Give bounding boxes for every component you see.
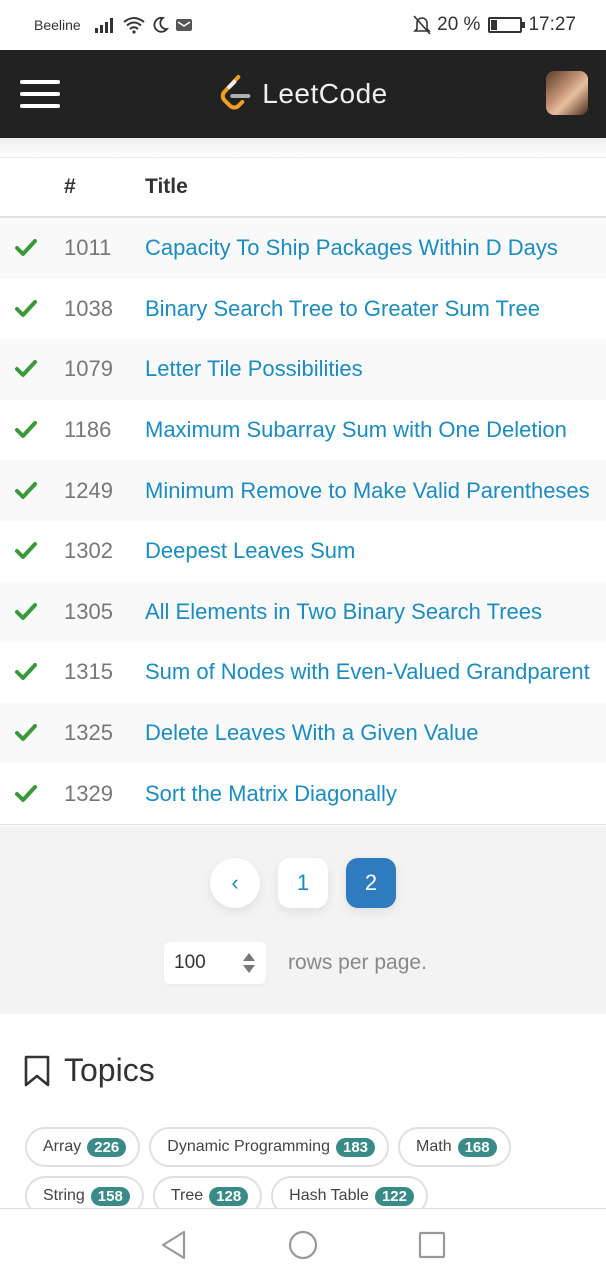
problem-title-link[interactable]: Deepest Leaves Sum [145,538,355,563]
table-row[interactable]: 1249 Minimum Remove to Make Valid Parenth… [0,460,606,521]
topic-tag-count: 128 [209,1186,249,1206]
battery-percent: 20 % [437,14,481,35]
mail-icon [175,19,192,31]
topic-tag-count: 122 [374,1186,414,1206]
topic-tag[interactable]: Math 168 [398,1127,511,1167]
topic-tag-count: 168 [457,1137,497,1157]
problem-title-link[interactable]: Delete Leaves With a Given Value [145,720,478,745]
menu-icon[interactable] [20,80,60,108]
check-icon [15,299,37,317]
brand-name: LeetCode [262,78,388,109]
topic-tag-count: 183 [335,1137,376,1157]
topic-tag-name: String [43,1187,85,1204]
rows-per-page-label: rows per page. [288,951,427,974]
recents-square-icon [418,1231,445,1258]
topics-title: Topics [64,1052,155,1088]
problem-number: 1325 [64,720,113,746]
problem-number: 1302 [64,538,113,564]
problem-title-link[interactable]: All Elements in Two Binary Search Trees [145,599,542,624]
battery-icon [488,17,526,33]
topic-tag-name: Tree [170,1187,204,1204]
home-circle-icon [288,1230,318,1259]
wifi-icon [123,17,145,34]
column-number[interactable]: # [52,175,145,199]
table-row[interactable]: 1038 Binary Search Tree to Greater Sum Tr… [0,279,606,340]
problem-title-link[interactable]: Binary Search Tree to Greater Sum Tree [145,296,540,321]
pagination-area: ‹ 1 2 100 rows per page. [0,826,606,1014]
table-row[interactable]: 1186 Maximum Subarray Sum with One Deleti… [0,400,606,461]
leetcode-logo-icon [220,75,251,110]
problem-title-link[interactable]: Capacity To Ship Packages Within D Days [145,235,558,260]
check-icon [15,239,37,257]
table-row[interactable]: 1329 Sort the Matrix Diagonally [0,763,606,824]
avatar[interactable] [546,71,588,115]
problem-number: 1011 [64,235,112,261]
problem-title-link[interactable]: Maximum Subarray Sum with One Deletion [145,417,567,442]
select-arrows-icon [243,953,255,973]
check-icon [15,663,37,681]
check-icon [15,360,37,378]
table-row[interactable]: 1315 Sum of Nodes with Even-Valued Grandp… [0,642,606,703]
page-2-button[interactable]: 2 [346,858,396,908]
pagination: ‹ 1 2 [0,858,606,908]
mute-bell-icon [413,15,432,35]
problem-number: 1186 [64,417,112,443]
rows-per-page-select[interactable]: 100 [164,942,266,984]
topic-tag-count: 226 [87,1137,127,1157]
check-icon [15,602,37,620]
check-icon [15,784,37,802]
topic-tags: Array 226 Dynamic Programming 183 Math 168 Str… [25,1127,595,1210]
problem-number: 1329 [64,780,113,806]
check-icon [15,724,37,742]
check-icon [15,481,37,499]
topic-tag[interactable]: Dynamic Programming 183 [149,1127,390,1167]
table-row[interactable]: 1325 Delete Leaves With a Given Value [0,702,606,764]
home-nav-button[interactable] [283,1225,323,1265]
recents-nav-button[interactable] [412,1225,452,1265]
problem-title-link[interactable]: Sort the Matrix Diagonally [145,781,397,806]
topic-tag[interactable]: Array 226 [25,1127,141,1167]
page-1-button[interactable]: 1 [278,858,328,908]
brand-logo[interactable]: LeetCode [218,74,387,114]
problem-number: 1079 [64,356,113,382]
table-row[interactable]: 1305 All Elements in Two Binary Search Tr… [0,581,606,643]
topic-tag-count: 158 [90,1186,130,1206]
topic-tag[interactable]: Tree 128 [152,1176,263,1210]
system-nav-bar [0,1208,606,1280]
topics-section: Topics Array 226 Dynamic Programming 183 Mat… [0,1014,606,1210]
back-triangle-icon [162,1230,186,1259]
problem-number: 1038 [64,295,113,321]
rows-per-page-value: 100 [174,952,206,973]
status-bar: Beeline 20 % 17:27 [0,0,606,50]
problem-title-link[interactable]: Minimum Remove to Make Valid Parentheses [145,478,590,503]
problem-title-link[interactable]: Sum of Nodes with Even-Valued Grandparen… [145,659,590,684]
problem-number: 1249 [64,477,113,503]
topic-tag-name: Hash Table [289,1187,369,1204]
column-title[interactable]: Title [145,175,606,199]
table-row[interactable]: 1302 Deepest Leaves Sum [0,521,606,582]
table-row[interactable]: 1011 Capacity To Ship Packages Within D D… [0,218,606,279]
prev-page-button[interactable]: ‹ [210,858,260,908]
topic-tag[interactable]: Hash Table 122 [271,1176,428,1210]
topic-tag-name: Math [416,1138,452,1155]
problem-title-link[interactable]: Letter Tile Possibilities [145,356,363,381]
topic-tag-name: Dynamic Programming [167,1138,330,1155]
check-icon [15,542,37,560]
bookmark-icon [24,1055,50,1086]
moon-icon [153,16,169,33]
table-header: # Title [0,158,606,218]
app-header: LeetCode [0,50,606,138]
carrier-name: Beeline [34,17,81,33]
signal-icon [94,18,113,33]
topic-tag[interactable]: String 158 [25,1176,144,1210]
problem-number: 1305 [64,598,113,624]
topic-tag-name: Array [43,1138,82,1155]
table-row[interactable]: 1079 Letter Tile Possibilities [0,339,606,400]
problems-table: # Title 1011 Capacity To Ship Packages Wi… [0,138,606,825]
check-icon [15,421,37,439]
problem-number: 1315 [64,659,113,685]
clock: 17:27 [528,14,576,35]
back-nav-button[interactable] [154,1225,194,1265]
